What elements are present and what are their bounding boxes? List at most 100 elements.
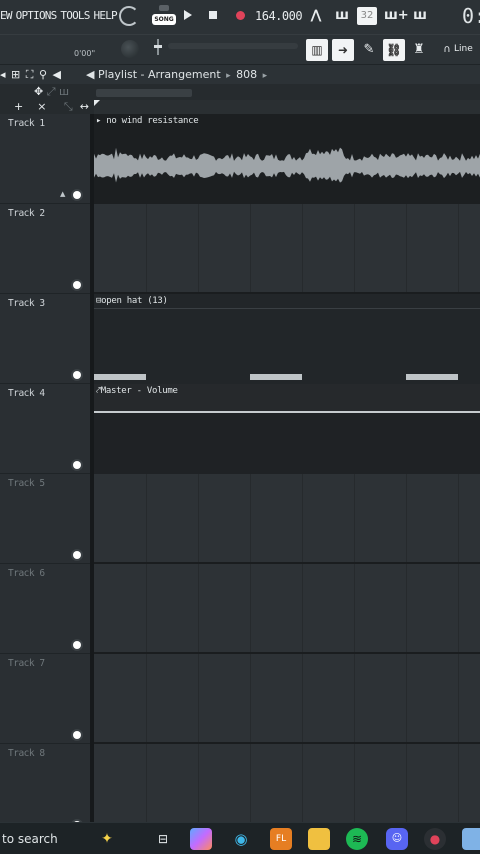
spotify-icon[interactable]: ≋: [346, 828, 368, 850]
windows-taskbar: to search ✦ ⊟ ◉ FL ≋ ☺ ●: [0, 822, 480, 854]
wait-input-icon[interactable]: ш: [332, 7, 352, 25]
playhead-marker[interactable]: [94, 100, 100, 106]
track-header[interactable]: Track 3: [0, 294, 90, 384]
record-button[interactable]: [236, 11, 245, 20]
automation-clip[interactable]: ⤤Master - Volume: [94, 384, 480, 474]
hat-tool-icon[interactable]: ♜: [408, 39, 430, 61]
remove-track-icon[interactable]: ×: [37, 100, 46, 113]
playlist-name: Playlist - Arrangement: [97, 68, 221, 81]
arrow-left-icon[interactable]: ◂: [0, 68, 7, 81]
track-header[interactable]: Track 5: [0, 474, 90, 564]
collapse-icon[interactable]: ↔: [80, 100, 89, 113]
timeline-ruler[interactable]: [94, 100, 480, 114]
menu-options[interactable]: OPTIONS: [16, 9, 58, 22]
menu-tools[interactable]: TOOLS: [60, 9, 90, 22]
note-bar: [250, 374, 302, 380]
track-header[interactable]: Track 7: [0, 654, 90, 744]
tempo-display[interactable]: 164.000: [255, 9, 303, 23]
track-lane[interactable]: ⤤Master - Volume: [94, 384, 480, 474]
song-mode-label: SONG: [152, 14, 176, 25]
speaker-icon[interactable]: ◀: [53, 68, 62, 81]
channel-rack-arrow-icon[interactable]: ➜: [332, 39, 354, 61]
track-tools: + × ⤡ ↔: [14, 100, 89, 114]
clip-title: ⊟open hat (13): [96, 296, 168, 306]
audio-clip[interactable]: ▸ no wind resistance: [94, 114, 480, 204]
loop-record-icon[interactable]: ш: [410, 7, 430, 25]
track-mute-toggle[interactable]: [73, 641, 81, 649]
track-mute-toggle[interactable]: [73, 281, 81, 289]
track-mute-toggle[interactable]: [73, 731, 81, 739]
obs-icon[interactable]: ●: [424, 828, 446, 850]
track-collapse-icon[interactable]: ▲: [60, 190, 65, 198]
pattern-clip[interactable]: ⊟open hat (13): [94, 294, 480, 384]
clip-title: ⤤Master - Volume: [96, 386, 178, 396]
metronome-icon[interactable]: ⋀: [306, 7, 326, 25]
clip-title: ▸ no wind resistance: [96, 116, 199, 126]
playlist-menu-arrow-icon[interactable]: ◀: [86, 68, 94, 81]
playlist-header: ◂ ⊞ ⛶ ⚲ ◀ ◀ Playlist - Arrangement ▸ 808…: [0, 64, 480, 84]
track-mute-toggle[interactable]: [73, 371, 81, 379]
edge-icon[interactable]: ◉: [230, 828, 252, 850]
track-lane[interactable]: [94, 204, 480, 294]
taskbar-search[interactable]: to search: [2, 832, 58, 846]
breadcrumb-arrow-icon: ▸: [262, 71, 268, 81]
playlist-tools: ◂ ⊞ ⛶ ⚲ ◀: [0, 68, 62, 82]
track-lane[interactable]: [94, 474, 480, 564]
piano-roll-icon[interactable]: ▥: [306, 39, 328, 61]
link-icon[interactable]: ⛓: [383, 39, 405, 61]
zoom-icon[interactable]: ⚲: [39, 68, 48, 81]
track-name: Track 2: [8, 208, 45, 219]
secondary-toolbar: 0'00" ▥ ➜ ✎ ⛓ ♜ ∩ Line: [0, 34, 480, 64]
menu-help[interactable]: HELP: [94, 9, 118, 22]
copilot-sparkle-icon[interactable]: ✦: [96, 828, 118, 850]
grid-icon[interactable]: ш: [59, 85, 69, 98]
main-menu: EW OPTIONS TOOLS HELP: [0, 9, 121, 22]
add-track-icon[interactable]: +: [14, 100, 23, 113]
current-pattern[interactable]: 808: [236, 68, 257, 81]
track-mute-toggle[interactable]: [73, 191, 81, 199]
pattern-indicator: [159, 5, 169, 11]
playlist-title: ◀ Playlist - Arrangement ▸ 808 ▸: [86, 68, 269, 81]
automation-line: [94, 411, 480, 413]
master-pitch-slider[interactable]: [154, 39, 162, 57]
track-header[interactable]: Track 6: [0, 564, 90, 654]
track-lane[interactable]: ⊟open hat (13): [94, 294, 480, 384]
track-header[interactable]: Track 1 ▲: [0, 114, 90, 204]
stretch-icon[interactable]: ⤢: [47, 85, 56, 98]
track-mute-toggle[interactable]: [73, 551, 81, 559]
fl-studio-icon[interactable]: FL: [270, 828, 292, 850]
track-header[interactable]: Track 8: [0, 744, 90, 834]
menu-view[interactable]: EW: [0, 9, 12, 22]
app-icon[interactable]: [462, 828, 480, 850]
breadcrumb-arrow-icon: ▸: [226, 71, 231, 81]
track-header[interactable]: Track 2: [0, 204, 90, 294]
step-edit-icon[interactable]: ш+: [384, 7, 409, 25]
select-tool-icon[interactable]: ⛶: [26, 68, 35, 81]
draw-tool-icon[interactable]: ⊞: [11, 68, 21, 81]
pen-tool-icon[interactable]: ✎: [358, 39, 380, 61]
track-lane[interactable]: [94, 654, 480, 744]
track-lane[interactable]: [94, 564, 480, 654]
master-volume-knob[interactable]: [121, 40, 139, 58]
horizontal-scrollbar[interactable]: [96, 89, 192, 97]
resize-icon[interactable]: ⤡: [64, 100, 73, 113]
pattern-song-toggle[interactable]: SONG: [152, 4, 176, 28]
discord-icon[interactable]: ☺: [386, 828, 408, 850]
track-lane[interactable]: [94, 744, 480, 822]
play-button[interactable]: [184, 10, 192, 20]
task-view-icon[interactable]: ⊟: [152, 828, 174, 850]
file-explorer-icon[interactable]: [308, 828, 330, 850]
track-name: Track 3: [8, 298, 45, 309]
countdown-button[interactable]: 32: [357, 7, 377, 25]
elapsed-time-label: 0'00": [74, 49, 96, 58]
track-name: Track 7: [8, 658, 45, 669]
track-header[interactable]: Track 4: [0, 384, 90, 474]
move-icon[interactable]: ✥: [34, 85, 43, 98]
audio-waveform: [94, 147, 480, 183]
snap-selector[interactable]: Line: [454, 44, 473, 54]
track-mute-toggle[interactable]: [73, 461, 81, 469]
stop-button[interactable]: [209, 11, 217, 19]
copilot-app-icon[interactable]: [190, 828, 212, 850]
playlist-grid[interactable]: ▸ no wind resistance ⊟open hat (13) ⤤Mas…: [94, 114, 480, 822]
track-lane[interactable]: ▸ no wind resistance: [94, 114, 480, 204]
